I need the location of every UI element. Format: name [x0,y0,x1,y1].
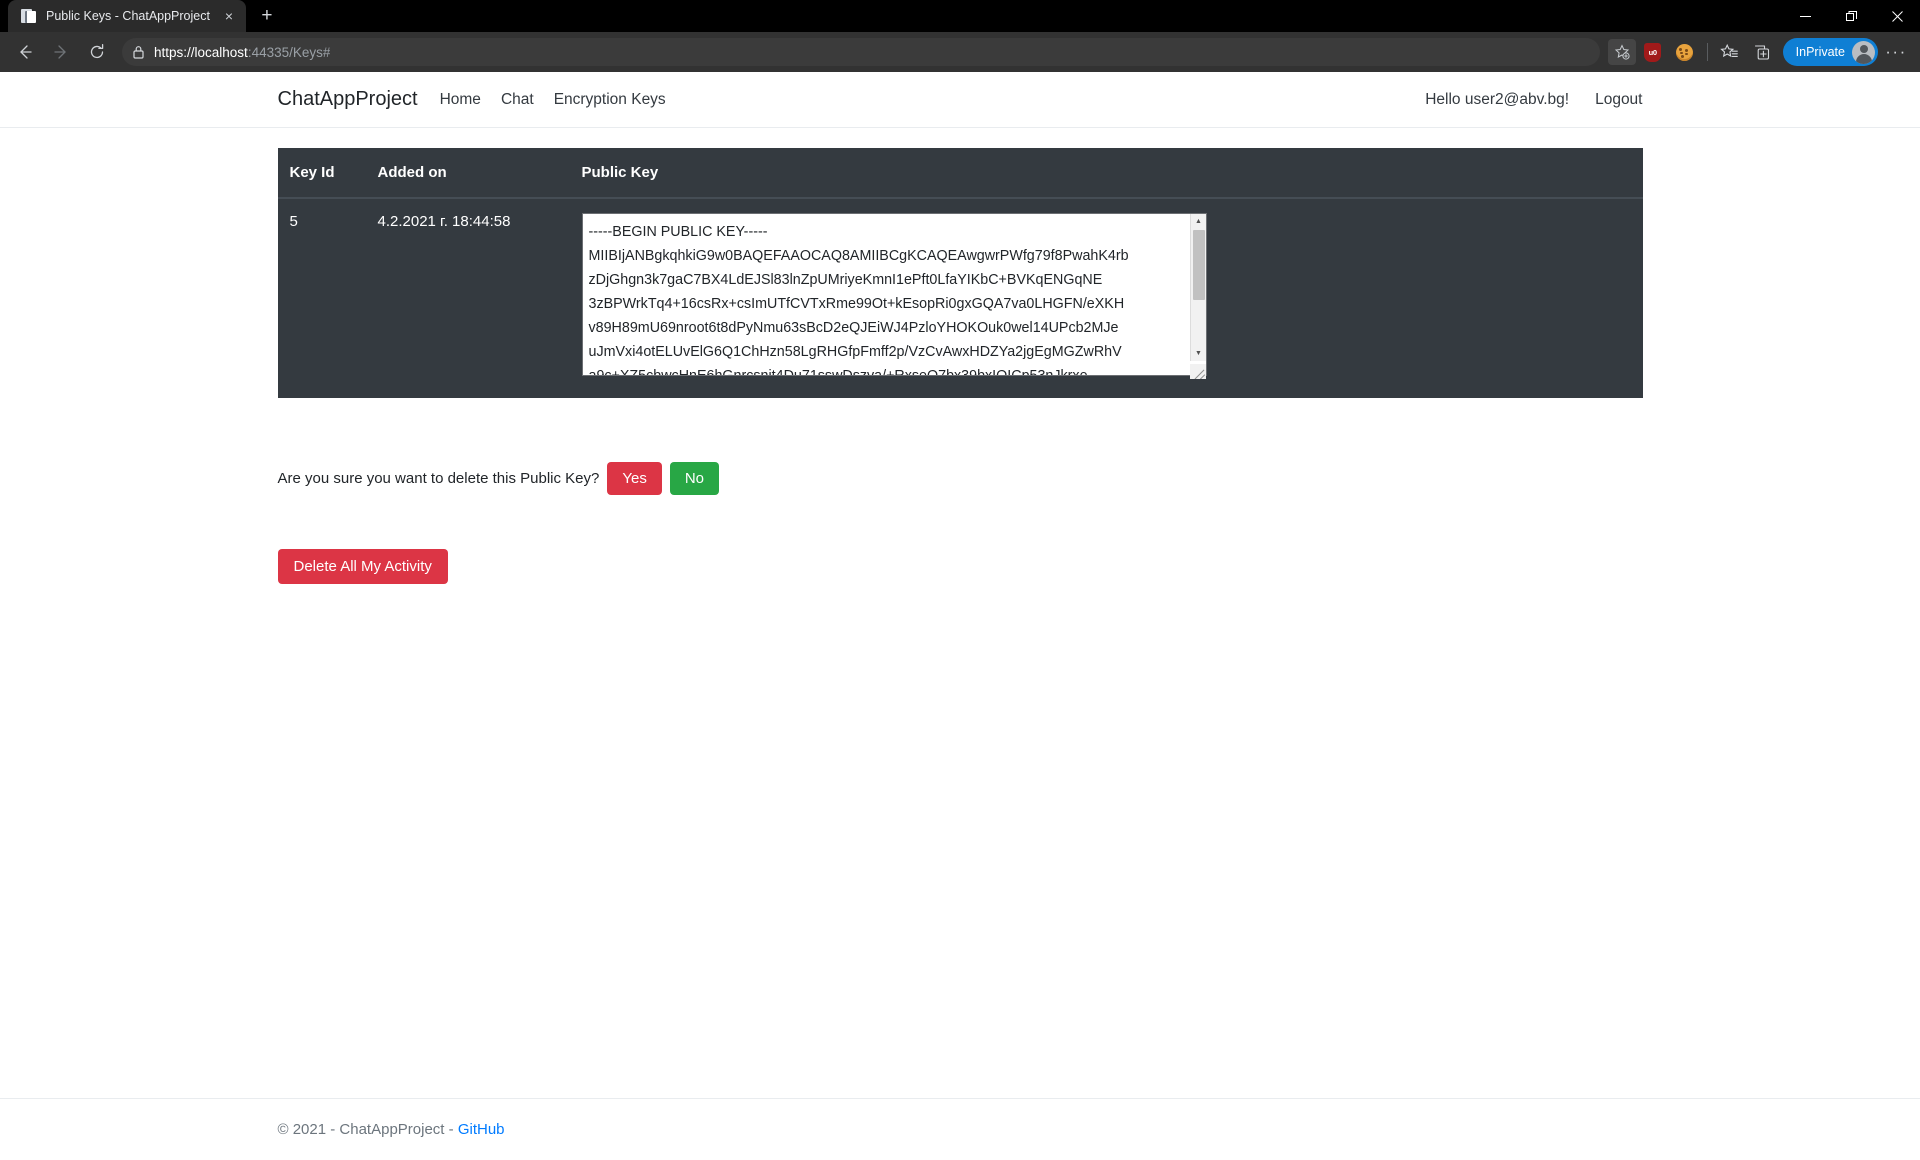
new-tab-button[interactable]: + [252,1,282,31]
primary-nav: Home Chat Encryption Keys [440,91,1426,109]
forward-icon[interactable] [44,37,78,67]
nav-link-home[interactable]: Home [440,91,481,109]
user-nav: Hello user2@abv.bg! Logout [1425,91,1642,109]
public-key-textarea-wrap: ▲ ▼ [581,213,1207,380]
footer-text: © 2021 - ChatAppProject - GitHub [278,1121,505,1138]
url-secure-part: https://localhost [154,44,248,60]
site-footer: © 2021 - ChatAppProject - GitHub [0,1098,1920,1160]
scrollbar-thumb[interactable] [1192,230,1205,300]
column-header-public-key: Public Key [569,148,1643,199]
browser-chrome: Public Keys - ChatAppProject × + https:/… [0,0,1920,72]
tab-title: Public Keys - ChatAppProject [46,9,210,23]
main-content: Key Id Added on Public Key 5 4.2.2021 г.… [263,128,1658,1160]
brand-link[interactable]: ChatAppProject [278,88,418,111]
collections-icon[interactable] [1715,37,1745,67]
textarea-resize-handle[interactable] [1189,364,1206,379]
restore-icon[interactable] [1828,0,1874,32]
cell-key-id: 5 [289,213,298,230]
ublock-badge-label: u0 [1648,47,1657,57]
browser-settings-icon[interactable]: ··· [1880,37,1912,67]
close-icon[interactable]: × [220,7,238,25]
address-bar-url: https://localhost:44335/Keys# [154,45,330,60]
footer-copyright: © 2021 - ChatAppProject - [277,1120,458,1138]
ublock-origin-icon[interactable]: u0 [1638,37,1668,67]
confirm-no-button[interactable]: No [669,462,720,495]
cell-added-on: 4.2.2021 г. 18:44:58 [377,213,511,230]
delete-confirm-row: Are you sure you want to delete this Pub… [278,462,1643,495]
avatar [1852,40,1875,64]
cell-public-key: ▲ ▼ [570,198,1643,398]
tab-strip: Public Keys - ChatAppProject × + [0,0,1920,32]
address-bar[interactable]: https://localhost:44335/Keys# [122,38,1600,66]
delete-confirm-question: Are you sure you want to delete this Pub… [277,470,600,487]
table-body: 5 4.2.2021 г. 18:44:58 ▲ ▼ [278,198,1643,398]
site-navbar: ChatAppProject Home Chat Encryption Keys… [0,72,1920,128]
public-key-textarea[interactable] [581,213,1207,376]
toolbar-divider [1706,43,1708,61]
inprivate-badge[interactable]: InPrivate [1782,38,1878,66]
lock-icon [132,45,145,59]
reload-icon[interactable] [80,37,114,67]
column-header-added-on: Added on [365,148,570,199]
window-controls [1782,0,1920,32]
user-greeting[interactable]: Hello user2@abv.bg! [1425,91,1569,109]
star-add-icon[interactable] [1607,39,1636,65]
public-keys-table: Key Id Added on Public Key 5 4.2.2021 г.… [277,148,1643,398]
browser-tab[interactable]: Public Keys - ChatAppProject × [8,0,246,32]
scroll-down-icon[interactable]: ▼ [1191,346,1207,361]
back-icon[interactable] [8,37,42,67]
textarea-scrollbar[interactable]: ▲ ▼ [1189,214,1207,361]
table-head: Key Id Added on Public Key [277,148,1643,199]
url-path-part: :44335/Keys# [247,44,331,60]
document-icon [20,8,36,24]
table-header-row: Key Id Added on Public Key [277,148,1643,199]
minimize-icon[interactable] [1782,0,1828,32]
close-icon[interactable] [1874,0,1920,32]
column-header-key-id: Key Id [277,148,366,199]
page-viewport: ChatAppProject Home Chat Encryption Keys… [0,72,1920,1160]
inprivate-label: InPrivate [1795,45,1845,59]
github-link[interactable]: GitHub [458,1121,505,1138]
delete-all-activity-button[interactable]: Delete All My Activity [277,549,448,584]
logout-link[interactable]: Logout [1595,91,1642,109]
scroll-up-icon[interactable]: ▲ [1191,214,1207,229]
confirm-yes-button[interactable]: Yes [607,462,662,495]
nav-link-chat[interactable]: Chat [501,91,534,109]
browser-toolbar: https://localhost:44335/Keys# u0 InPriva… [0,32,1920,72]
table-row: 5 4.2.2021 г. 18:44:58 ▲ ▼ [278,198,1643,398]
cookie-icon[interactable] [1670,37,1700,67]
split-screen-icon[interactable] [1747,37,1777,67]
nav-link-encryption-keys[interactable]: Encryption Keys [554,91,666,109]
